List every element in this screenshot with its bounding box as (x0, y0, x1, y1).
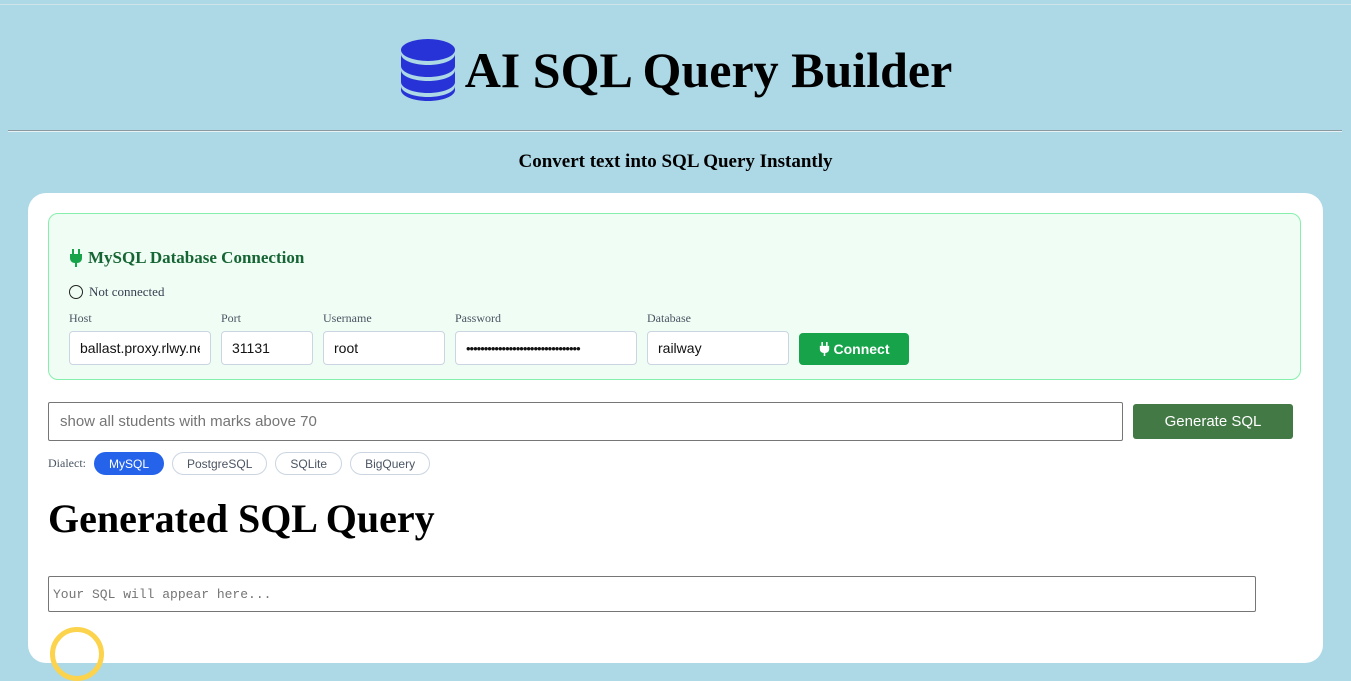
sql-output-field[interactable] (48, 576, 1256, 612)
top-border (0, 4, 1351, 5)
connection-status: Not connected (69, 284, 164, 300)
host-label: Host (69, 311, 92, 325)
dialect-label: Dialect: (48, 456, 86, 470)
host-input[interactable] (69, 331, 211, 365)
generated-sql-heading: Generated SQL Query (48, 496, 435, 541)
dialect-option-mysql[interactable]: MySQL (93, 452, 164, 475)
database-field-group: Database (647, 311, 789, 365)
page-subtitle: Convert text into SQL Query Instantly (518, 151, 833, 172)
connect-button-label: Connect (833, 341, 890, 357)
connection-panel: MySQL Database Connection Not connected … (48, 213, 1301, 380)
port-label: Port (221, 311, 242, 325)
username-input[interactable] (323, 331, 445, 365)
database-label: Database (647, 311, 691, 325)
port-input[interactable] (221, 331, 313, 365)
main-card: MySQL Database Connection Not connected … (28, 193, 1323, 681)
status-text: Not connected (89, 284, 165, 299)
connect-button[interactable]: Connect (799, 333, 909, 365)
dialect-option-bigquery[interactable]: BigQuery (350, 452, 431, 475)
database-icon (400, 39, 455, 101)
port-field-group: Port (221, 311, 313, 365)
page-header: AI SQL Query Builder (0, 30, 1351, 110)
divider (8, 130, 1342, 132)
plug-icon (70, 249, 82, 267)
dialect-option-sqlite[interactable]: SQLite (275, 452, 343, 475)
connection-title-text: MySQL Database Connection (88, 248, 305, 267)
page-title: AI SQL Query Builder (464, 42, 953, 98)
password-label: Password (455, 311, 502, 325)
generate-sql-button[interactable]: Generate SQL (1133, 404, 1293, 439)
dialect-selector: Dialect: MySQL PostgreSQL SQLite BigQuer… (48, 452, 438, 475)
password-field-group: Password (455, 311, 637, 365)
host-field-group: Host (69, 311, 211, 365)
password-input[interactable] (455, 331, 637, 365)
username-label: Username (323, 311, 372, 325)
connection-title: MySQL Database Connection (69, 248, 304, 268)
status-circle-icon (69, 285, 83, 299)
plug-icon (819, 342, 829, 356)
database-input[interactable] (647, 331, 789, 365)
dialect-option-postgresql[interactable]: PostgreSQL (172, 452, 268, 475)
loading-spinner-icon (50, 627, 104, 681)
query-input[interactable] (48, 402, 1123, 441)
username-field-group: Username (323, 311, 445, 365)
